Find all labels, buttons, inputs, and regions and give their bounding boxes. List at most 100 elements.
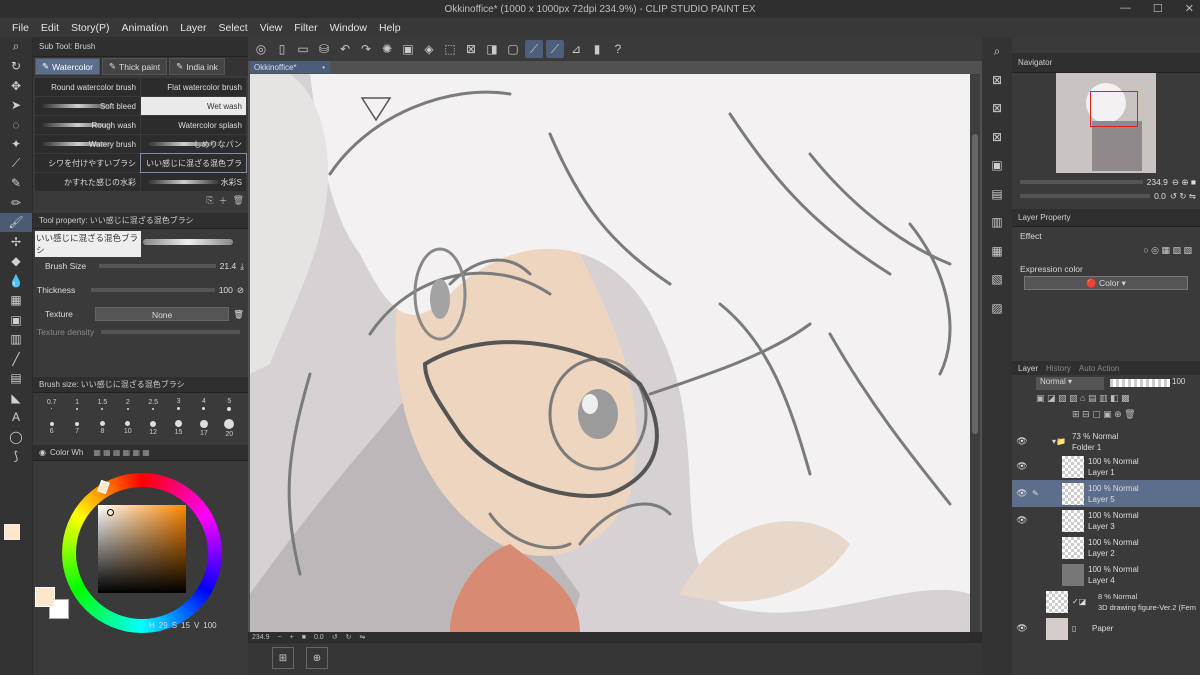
eye-icon[interactable]: 👁 <box>1012 623 1032 634</box>
material-icon[interactable]: ▥ <box>982 208 1012 237</box>
rotate-left-icon[interactable]: ↺ <box>332 633 338 641</box>
menu-window[interactable]: Window <box>324 22 373 34</box>
snap-special-icon[interactable]: ⟋ <box>546 40 564 58</box>
size-item[interactable]: 4 <box>191 393 216 415</box>
trash-icon[interactable]: 🗑 <box>233 309 244 320</box>
size-item[interactable]: 2.5 <box>141 393 166 415</box>
trash-icon[interactable]: 🗑 <box>233 195 244 206</box>
transform-icon[interactable]: ⬚ <box>441 40 459 58</box>
crop-icon[interactable]: ▢ <box>504 40 522 58</box>
pressure-icon[interactable]: ⤓ <box>240 261 244 272</box>
vertical-scrollbar[interactable] <box>970 74 980 632</box>
sv-square[interactable] <box>98 505 186 593</box>
brush-item[interactable]: Rough wash <box>35 116 140 134</box>
move-tool-icon[interactable]: ✥ <box>0 76 32 96</box>
size-item[interactable]: 15 <box>166 417 191 439</box>
size-item[interactable]: 12 <box>141 417 166 439</box>
size-item[interactable]: 1.5 <box>90 393 115 415</box>
brush-tool-icon[interactable]: 🖌 <box>0 212 32 232</box>
layer-row-folder[interactable]: 👁 ▾📁 73 % Normal Folder 1 <box>1012 428 1200 455</box>
brush-item[interactable]: Soft bleed <box>35 97 140 115</box>
clip-studio-icon[interactable]: ◎ <box>252 40 270 58</box>
layer-row[interactable]: 👁 100 % Normal Layer 1 <box>1012 453 1200 480</box>
material-icon[interactable]: ⊠ <box>982 66 1012 95</box>
layer-row-paper[interactable]: 👁 ▯ Paper <box>1012 615 1200 642</box>
size-item[interactable]: 17 <box>191 417 216 439</box>
tab-watercolor[interactable]: ✎ Watercolor <box>35 58 100 75</box>
deselect-icon[interactable]: ⊠ <box>462 40 480 58</box>
fit-icon[interactable]: ■ <box>302 634 306 641</box>
close-tab-icon[interactable]: • <box>322 63 325 72</box>
lasso-tool-icon[interactable]: ◌ <box>0 115 32 135</box>
zoom-value[interactable]: 234.9 <box>252 634 270 641</box>
menu-animation[interactable]: Animation <box>116 22 175 34</box>
brush-item[interactable]: Watery brush <box>35 135 140 153</box>
loading-icon[interactable]: ✺ <box>378 40 396 58</box>
size-item[interactable]: 3 <box>166 393 191 415</box>
brush-item[interactable]: かすれた感じの水彩 <box>35 173 140 191</box>
brush-item[interactable]: Flat watercolor brush <box>141 78 246 96</box>
zoom-tool-icon[interactable]: ⌕ <box>0 37 32 57</box>
layer-row-selected[interactable]: 👁 ✎ 100 % Normal Layer 5 <box>1012 480 1200 507</box>
size-item[interactable]: 8 <box>90 417 115 439</box>
figure-tool-icon[interactable]: ▥ <box>0 330 32 350</box>
material-icon[interactable]: ⊠ <box>982 123 1012 152</box>
blend-tool-icon[interactable]: 💧 <box>0 271 32 291</box>
menu-file[interactable]: File <box>6 22 35 34</box>
camera-icon[interactable]: ▣ <box>982 151 1012 180</box>
line-tool-icon[interactable]: ╱ <box>0 349 32 369</box>
size-item[interactable]: 5 <box>217 393 242 415</box>
expression-color-select[interactable]: 🔴 Color ▾ <box>1024 276 1188 290</box>
snap-ruler-icon[interactable]: ⟋ <box>525 40 543 58</box>
tab-india-ink[interactable]: ✎ India ink <box>169 58 225 75</box>
menu-layer[interactable]: Layer <box>174 22 212 34</box>
opacity-value[interactable]: 100 <box>1172 377 1185 386</box>
snap-grid-icon[interactable]: ⊿ <box>567 40 585 58</box>
fill-tool-icon[interactable]: ▦ <box>0 291 32 311</box>
layer-row[interactable]: 👁 100 % Normal Layer 3 <box>1012 507 1200 534</box>
eye-icon[interactable]: 👁 <box>1012 436 1032 447</box>
menu-help[interactable]: Help <box>373 22 407 34</box>
maximize-icon[interactable]: ☐ <box>1153 2 1163 15</box>
material-icon[interactable]: ▦ <box>982 237 1012 266</box>
size-item[interactable]: 10 <box>115 417 140 439</box>
main-color-swatch[interactable] <box>4 524 20 540</box>
size-item[interactable]: 1 <box>64 393 89 415</box>
material-icon[interactable]: ▨ <box>982 294 1012 323</box>
search-icon[interactable]: ⌕ <box>982 37 1012 66</box>
brush-item[interactable]: Round watercolor brush <box>35 78 140 96</box>
frame-tool-icon[interactable]: ▤ <box>0 369 32 389</box>
navigator-zoom[interactable]: 234.9 <box>1147 177 1168 187</box>
sv-cursor[interactable] <box>107 509 114 516</box>
rotate-tool-icon[interactable]: ↻ <box>0 57 32 77</box>
balloon-tool-icon[interactable]: ◯ <box>0 427 32 447</box>
brush-item[interactable]: しめりなパン <box>141 135 246 153</box>
decoration-tool-icon[interactable]: ✢ <box>0 232 32 252</box>
size-item[interactable]: 20 <box>217 417 242 439</box>
layer-tool-icons[interactable]: ▣ ◪ ▧ ▨ ⌂ ▤ ▥ ◧ ▩ <box>1036 393 1129 404</box>
menu-select[interactable]: Select <box>213 22 254 34</box>
layer-row[interactable]: 100 % Normal Layer 4 <box>1012 561 1200 588</box>
copy-icon[interactable]: ⎘ <box>206 195 213 206</box>
timeline-icon[interactable]: ⊞ <box>272 647 294 669</box>
main-color-chip[interactable] <box>35 587 55 607</box>
smartphone-icon[interactable]: ▮ <box>588 40 606 58</box>
opacity-slider[interactable] <box>1110 379 1170 387</box>
gradient-tool-icon[interactable]: ▣ <box>0 310 32 330</box>
ruler-tool-icon[interactable]: ◣ <box>0 388 32 408</box>
text-tool-icon[interactable]: A <box>0 408 32 428</box>
size-item[interactable]: 6 <box>39 417 64 439</box>
size-item[interactable]: 7 <box>64 417 89 439</box>
layer-row[interactable]: 100 % Normal Layer 2 <box>1012 534 1200 561</box>
angle-value[interactable]: 0.0 <box>314 634 324 641</box>
menu-edit[interactable]: Edit <box>35 22 65 34</box>
thickness-row[interactable]: Thickness 100 ⊘ <box>33 281 248 299</box>
zoom-out-icon[interactable]: − <box>278 634 282 641</box>
eye-icon[interactable]: 👁 <box>1012 515 1032 526</box>
eraser-tool-icon[interactable]: ◆ <box>0 252 32 272</box>
tab-thick-paint[interactable]: ✎ Thick paint <box>101 58 168 75</box>
eye-icon[interactable]: 👁 <box>1012 488 1032 499</box>
blend-mode-select[interactable]: Normal ▾ <box>1036 377 1104 390</box>
pen-tool-icon[interactable]: ✎ <box>0 174 32 194</box>
layer-row-3d[interactable]: ✓◪ 8 % Normal 3D drawing figure-Ver.2 (Fem <box>1012 588 1200 615</box>
